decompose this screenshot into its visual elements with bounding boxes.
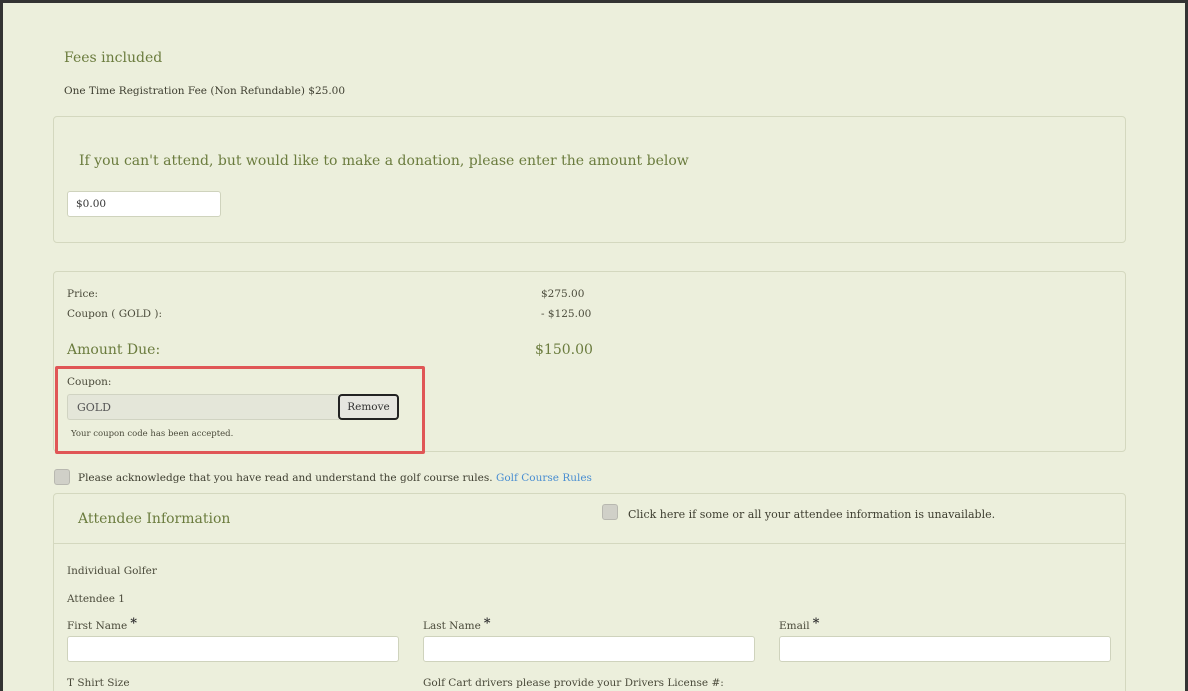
first-name-label-text: First Name bbox=[67, 620, 128, 632]
golf-course-rules-link[interactable]: Golf Course Rules bbox=[496, 472, 592, 484]
donation-prompt: If you can't attend, but would like to m… bbox=[79, 153, 689, 169]
email-label-text: Email bbox=[779, 620, 810, 632]
drivers-license-label: Golf Cart drivers please provide your Dr… bbox=[423, 677, 724, 689]
first-name-label: First Name * bbox=[67, 616, 138, 633]
registration-fee-line: One Time Registration Fee (Non Refundabl… bbox=[64, 85, 346, 97]
last-name-input[interactable] bbox=[423, 636, 755, 662]
attendee-number-label: Attendee 1 bbox=[67, 593, 125, 605]
amount-due-label: Amount Due: bbox=[67, 342, 161, 358]
price-label: Price: bbox=[67, 288, 99, 300]
attendee-unavailable-label: Click here if some or all your attendee … bbox=[628, 508, 996, 521]
last-name-label-text: Last Name bbox=[423, 620, 481, 632]
donation-amount-input[interactable] bbox=[67, 191, 221, 217]
tshirt-size-label: T Shirt Size bbox=[67, 677, 130, 689]
coupon-highlight-box bbox=[55, 366, 425, 454]
attendee-information-panel: Attendee Information Click here if some … bbox=[53, 493, 1126, 691]
price-value: $275.00 bbox=[541, 288, 585, 300]
coupon-discount-label: Coupon ( GOLD ): bbox=[67, 308, 163, 320]
email-label: Email * bbox=[779, 616, 820, 633]
golfer-type-label: Individual Golfer bbox=[67, 565, 157, 577]
acknowledge-rules-text: Please acknowledge that you have read an… bbox=[78, 472, 592, 484]
required-marker: * bbox=[812, 616, 820, 631]
attendee-unavailable-checkbox[interactable] bbox=[602, 504, 618, 520]
attendee-information-heading: Attendee Information bbox=[78, 511, 231, 527]
registration-form: Fees included One Time Registration Fee … bbox=[3, 3, 1185, 691]
last-name-label: Last Name * bbox=[423, 616, 491, 633]
first-name-input[interactable] bbox=[67, 636, 399, 662]
acknowledge-rules-checkbox[interactable] bbox=[54, 469, 70, 485]
required-marker: * bbox=[483, 616, 491, 631]
email-input[interactable] bbox=[779, 636, 1111, 662]
donation-panel: If you can't attend, but would like to m… bbox=[53, 116, 1126, 243]
fees-included-heading: Fees included bbox=[64, 50, 163, 66]
coupon-discount-value: - $125.00 bbox=[541, 308, 592, 320]
required-marker: * bbox=[130, 616, 138, 631]
attendee-form-section: Individual Golfer Attendee 1 First Name *… bbox=[54, 543, 1125, 691]
acknowledge-rules-label: Please acknowledge that you have read an… bbox=[78, 472, 493, 484]
amount-due-value: $150.00 bbox=[535, 342, 593, 358]
